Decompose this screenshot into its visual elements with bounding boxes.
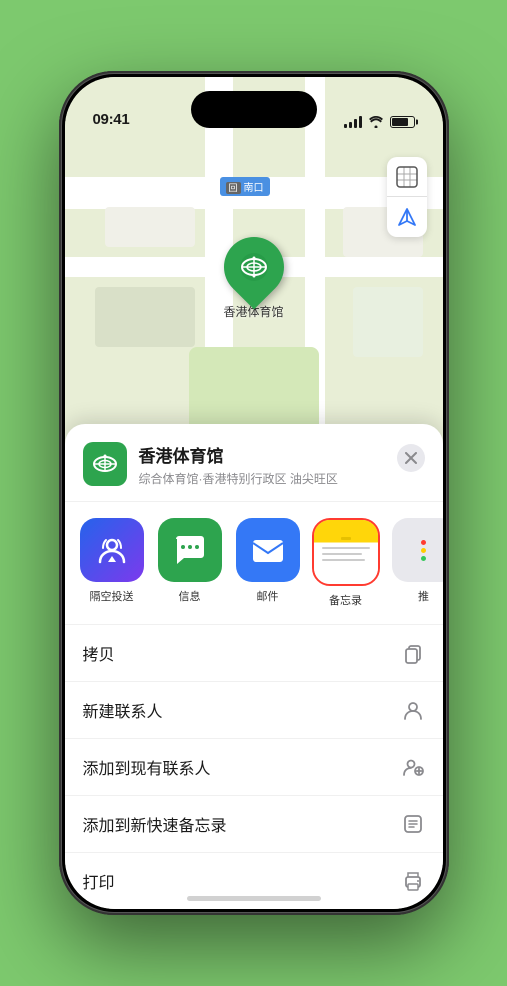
map-type-button[interactable] (387, 157, 427, 197)
location-arrow-icon (397, 207, 417, 227)
phone-screen: 09:41 (65, 77, 443, 909)
dynamic-island (191, 91, 317, 128)
action-copy[interactable]: 拷贝 (65, 625, 443, 682)
location-subtitle: 综合体育馆·香港特别行政区 油尖旺区 (139, 470, 385, 487)
close-button[interactable] (397, 444, 425, 472)
share-row: 隔空投送 信息 (65, 502, 443, 625)
stadium-pin[interactable]: 香港体育馆 (223, 237, 283, 320)
new-contact-icon (401, 698, 425, 722)
location-name: 香港体育馆 (139, 442, 385, 467)
stadium-icon (237, 251, 269, 283)
map-type-icon (396, 166, 418, 188)
venue-stadium-icon (91, 450, 119, 478)
action-add-existing[interactable]: 添加到现有联系人 (65, 739, 443, 796)
messages-label: 信息 (179, 588, 201, 604)
map-controls (387, 157, 427, 237)
share-airdrop[interactable]: 隔空投送 (77, 518, 147, 608)
mail-label: 邮件 (257, 588, 279, 604)
location-header: 香港体育馆 综合体育馆·香港特别行政区 油尖旺区 (65, 424, 443, 502)
share-mail[interactable]: 邮件 (233, 518, 303, 608)
home-indicator (187, 896, 321, 901)
road-label: 回南口 (220, 177, 270, 196)
more-label: 推 (418, 588, 429, 604)
battery-icon (390, 116, 415, 128)
new-contact-label: 新建联系人 (83, 698, 163, 722)
add-notes-label: 添加到新快速备忘录 (83, 812, 227, 836)
airdrop-label: 隔空投送 (90, 588, 134, 604)
close-icon (405, 452, 417, 464)
signal-icon (344, 116, 362, 128)
print-icon (401, 869, 425, 893)
add-existing-icon (401, 755, 425, 779)
print-label: 打印 (83, 869, 115, 893)
copy-label: 拷贝 (83, 641, 115, 665)
action-add-notes[interactable]: 添加到新快速备忘录 (65, 796, 443, 853)
notes-label: 备忘录 (329, 592, 362, 608)
share-notes[interactable]: 备忘录 (311, 518, 381, 608)
location-button[interactable] (387, 197, 427, 237)
share-messages[interactable]: 信息 (155, 518, 225, 608)
status-time: 09:41 (93, 111, 130, 128)
add-existing-label: 添加到现有联系人 (83, 755, 211, 779)
status-icons (344, 116, 415, 128)
wifi-icon (368, 116, 384, 128)
mail-icon (249, 531, 287, 569)
action-new-contact[interactable]: 新建联系人 (65, 682, 443, 739)
add-notes-icon (401, 812, 425, 836)
bottom-sheet: 香港体育馆 综合体育馆·香港特别行政区 油尖旺区 (65, 424, 443, 909)
phone-frame: 09:41 (59, 71, 449, 915)
more-dots (421, 540, 426, 561)
action-list: 拷贝 新建联系人 (65, 625, 443, 909)
messages-icon (171, 531, 209, 569)
share-more[interactable]: 推 (389, 518, 443, 608)
location-info: 香港体育馆 综合体育馆·香港特别行政区 油尖旺区 (139, 442, 385, 487)
copy-icon (401, 641, 425, 665)
airdrop-icon (94, 532, 130, 568)
location-venue-icon (83, 442, 127, 486)
